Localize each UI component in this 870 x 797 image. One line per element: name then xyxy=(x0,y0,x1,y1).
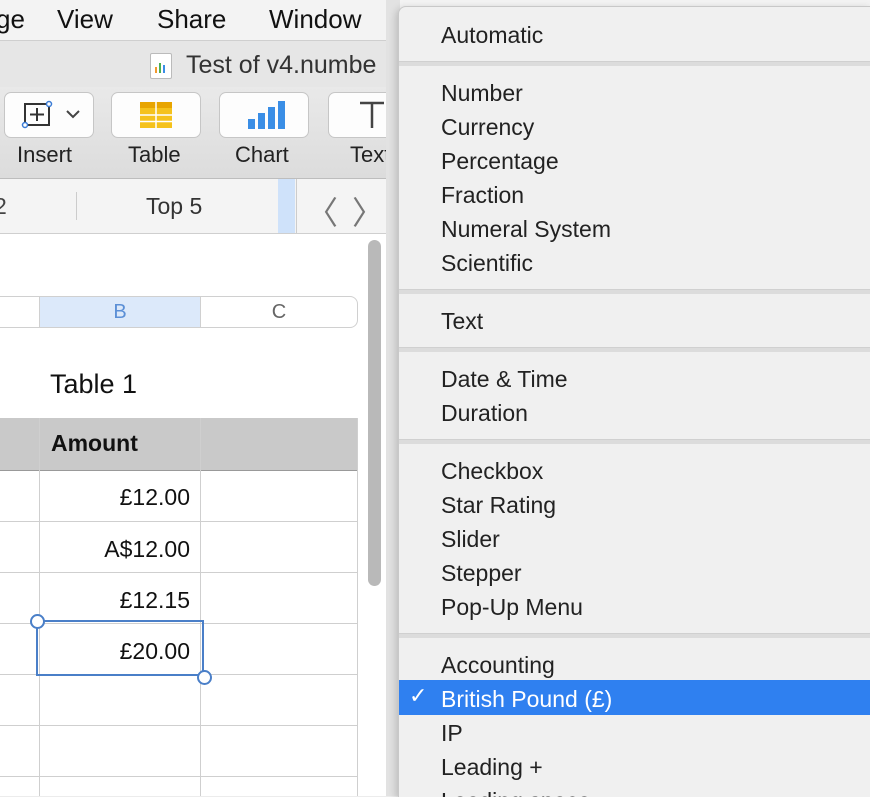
menu-separator xyxy=(399,439,870,444)
menu-item-star-rating[interactable]: Star Rating xyxy=(441,492,556,519)
insert-button[interactable] xyxy=(4,92,94,138)
sheet-tab-top-5[interactable]: Top 5 xyxy=(146,193,202,220)
amount-header-cell[interactable]: Amount xyxy=(51,430,138,457)
menu-item-percentage[interactable]: Percentage xyxy=(441,148,559,175)
column-header-b[interactable]: B xyxy=(39,296,201,328)
chart-label: Chart xyxy=(235,142,289,167)
checkmark-icon: ✓ xyxy=(409,684,428,709)
insert-icon xyxy=(21,100,80,129)
chart-icon xyxy=(248,101,285,129)
menu-item-scientific[interactable]: Scientific xyxy=(441,250,533,277)
menu-view[interactable]: View xyxy=(57,4,113,35)
menu-item-number[interactable]: Number xyxy=(441,80,523,107)
table-cell-amount[interactable]: A$12.00 xyxy=(40,536,190,563)
selection-handle-top-left[interactable] xyxy=(30,614,45,629)
column-header-a[interactable] xyxy=(0,296,40,328)
table-icon xyxy=(140,102,172,128)
menu-edit[interactable]: ge xyxy=(0,4,25,35)
menu-item-automatic[interactable]: Automatic xyxy=(441,22,543,49)
menu-item-british-pound[interactable]: British Pound (£) xyxy=(441,686,612,713)
nav-divider xyxy=(296,179,297,233)
menu-item-stepper[interactable]: Stepper xyxy=(441,560,522,587)
insert-label: Insert xyxy=(17,142,73,167)
menu-separator xyxy=(399,61,870,66)
menu-item-date-time[interactable]: Date & Time xyxy=(441,366,568,393)
cell-selection-box[interactable] xyxy=(36,620,204,676)
text-label: Text xyxy=(350,142,391,167)
data-format-menu: Automatic Number Currency Percentage Fra… xyxy=(398,6,870,797)
window-title: Test of v4.numbe xyxy=(186,51,377,79)
table-cell-amount[interactable]: £12.15 xyxy=(40,587,190,614)
grid-line xyxy=(0,521,358,522)
table-cell-amount[interactable]: £12.00 xyxy=(40,484,190,511)
menu-item-ip[interactable]: IP xyxy=(441,720,463,747)
menu-item-leading-plus[interactable]: Leading + xyxy=(441,754,543,781)
table-title[interactable]: Table 1 xyxy=(50,369,137,400)
menu-separator xyxy=(399,289,870,294)
grid-line xyxy=(0,725,358,726)
tab-selection-indicator xyxy=(278,179,295,233)
menu-item-fraction[interactable]: Fraction xyxy=(441,182,524,209)
menu-item-numeral-system[interactable]: Numeral System xyxy=(441,216,611,243)
sheet-tab-partial[interactable]: 2 xyxy=(0,193,7,220)
menu-item-slider[interactable]: Slider xyxy=(441,526,500,553)
grid-line xyxy=(0,776,358,777)
grid-line xyxy=(357,418,358,796)
grid-line xyxy=(200,418,201,796)
chart-button[interactable] xyxy=(219,92,309,138)
menu-separator xyxy=(399,347,870,352)
selection-handle-bottom-right[interactable] xyxy=(197,670,212,685)
column-header-c[interactable]: C xyxy=(200,296,358,328)
grid-line xyxy=(0,572,358,573)
tab-divider xyxy=(76,192,77,220)
vertical-scrollbar[interactable] xyxy=(368,240,381,586)
menu-item-currency[interactable]: Currency xyxy=(441,114,534,141)
menu-item-pop-up-menu[interactable]: Pop-Up Menu xyxy=(441,594,583,621)
menu-separator xyxy=(399,633,870,638)
table-label: Table xyxy=(128,142,181,167)
menu-item-checkbox[interactable]: Checkbox xyxy=(441,458,543,485)
menu-item-accounting[interactable]: Accounting xyxy=(441,652,555,679)
numbers-document-icon xyxy=(150,53,172,79)
menu-item-text[interactable]: Text xyxy=(441,308,483,335)
prev-sheet-chevron-icon[interactable]: 〈 xyxy=(306,188,338,234)
menu-item-duration[interactable]: Duration xyxy=(441,400,528,427)
table-button[interactable] xyxy=(111,92,201,138)
next-sheet-chevron-icon[interactable]: 〉 xyxy=(352,188,384,234)
menu-window[interactable]: Window xyxy=(269,4,361,35)
menu-share[interactable]: Share xyxy=(157,4,226,35)
